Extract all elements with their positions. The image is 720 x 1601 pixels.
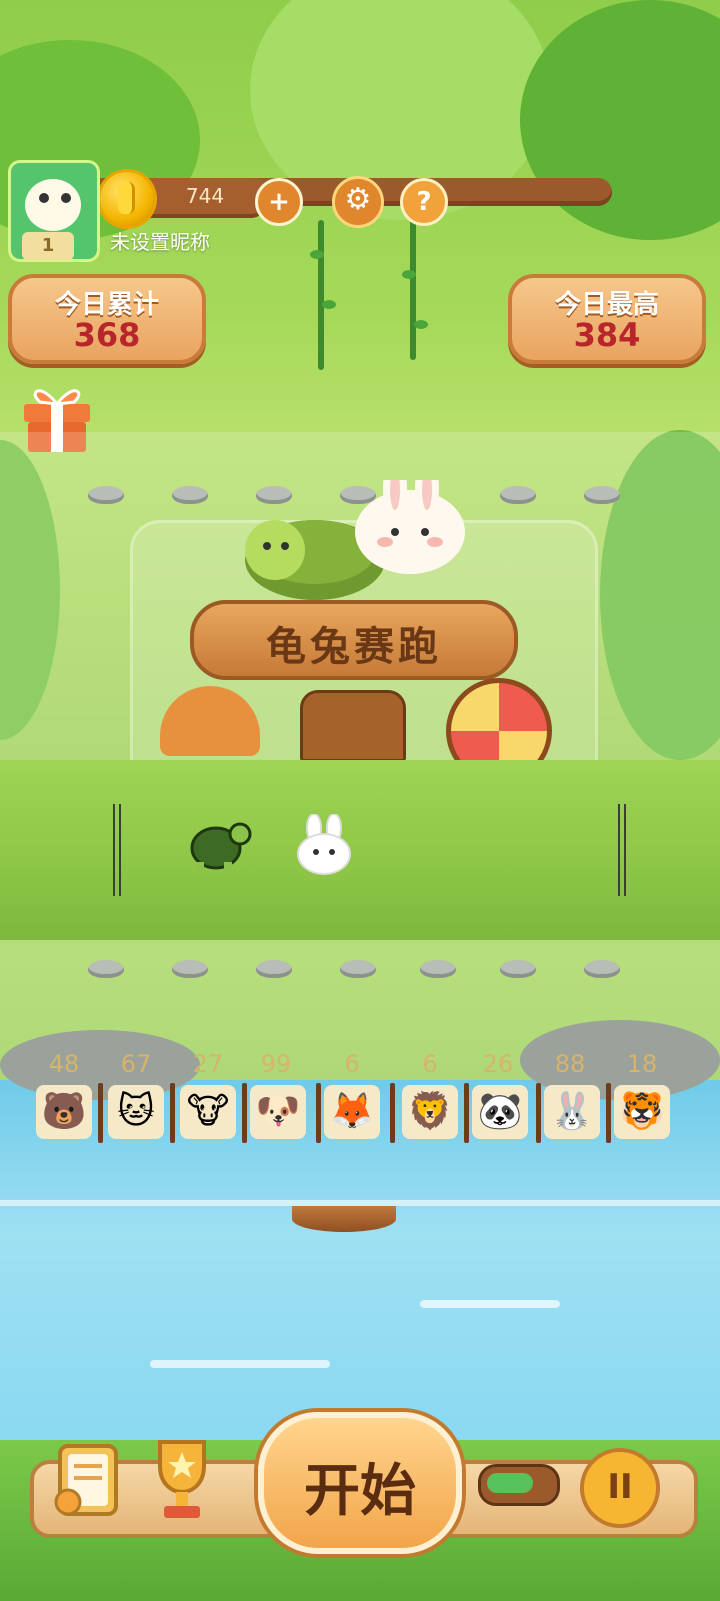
animal-count-dog: 99 xyxy=(260,1050,292,1078)
settings-gear-icon[interactable]: ⚙ xyxy=(332,176,384,228)
coin-icon xyxy=(100,172,154,226)
animal-count-fox: 6 xyxy=(344,1050,360,1078)
start-line xyxy=(119,804,121,896)
divider xyxy=(606,1083,611,1143)
stone xyxy=(340,960,376,978)
boat-icon xyxy=(292,1206,396,1232)
animal-count-panda: 26 xyxy=(482,1050,514,1078)
avatar-face xyxy=(25,179,81,231)
stone xyxy=(420,960,456,978)
divider xyxy=(242,1083,247,1143)
animal-count-cow: 27 xyxy=(192,1050,224,1078)
leaf xyxy=(322,300,336,309)
help-button[interactable]: ? xyxy=(400,178,448,226)
divider xyxy=(536,1083,541,1143)
cow-icon[interactable]: 🐮 xyxy=(180,1085,236,1139)
stone xyxy=(172,486,208,504)
add-coins-button[interactable]: + xyxy=(255,178,303,226)
race-track xyxy=(0,760,720,940)
stone xyxy=(500,960,536,978)
stone xyxy=(88,960,124,978)
divider xyxy=(170,1083,175,1143)
panda-icon[interactable]: 🐼 xyxy=(472,1085,528,1139)
water-ripple xyxy=(150,1360,330,1368)
lion-icon[interactable]: 🦁 xyxy=(402,1085,458,1139)
leaf xyxy=(402,270,416,279)
start-button[interactable]: 开始 xyxy=(258,1412,462,1554)
stone xyxy=(172,960,208,978)
animal-count-bear: 48 xyxy=(48,1050,80,1078)
pause-button[interactable]: II xyxy=(580,1448,660,1528)
today-total-value: 368 xyxy=(73,316,141,354)
cat-icon[interactable]: 🐱 xyxy=(108,1085,164,1139)
speed-toggle[interactable] xyxy=(478,1464,560,1506)
nickname[interactable]: 未设置昵称 xyxy=(110,226,210,255)
divider xyxy=(390,1083,395,1143)
animal-count-rabbit: 88 xyxy=(554,1050,586,1078)
avatar-eye xyxy=(61,193,71,203)
leaf xyxy=(414,320,428,329)
today-total-board: 今日累计 368 xyxy=(8,274,206,364)
today-high-value: 384 xyxy=(573,316,641,354)
dog-icon[interactable]: 🐶 xyxy=(250,1085,306,1139)
leaf xyxy=(310,250,324,259)
stone xyxy=(500,486,536,504)
rabbit-icon[interactable]: 🐰 xyxy=(544,1085,600,1139)
divider xyxy=(316,1083,321,1143)
animal-count-tiger: 18 xyxy=(626,1050,658,1078)
trophy-icon[interactable] xyxy=(146,1436,218,1522)
divider xyxy=(464,1083,469,1143)
level-badge: 1 xyxy=(22,232,74,260)
today-high-board: 今日最高 384 xyxy=(508,274,706,364)
start-line xyxy=(113,804,115,896)
water-ripple xyxy=(420,1300,560,1308)
vine xyxy=(318,220,324,370)
vine xyxy=(410,220,416,360)
fox-icon[interactable]: 🦊 xyxy=(324,1085,380,1139)
stone xyxy=(584,486,620,504)
coin-count: 744 xyxy=(185,184,225,208)
turtle-runner-icon xyxy=(190,822,252,872)
animal-count-cat: 67 xyxy=(120,1050,152,1078)
game-title-plank: 龟兔赛跑 xyxy=(190,600,518,680)
tiger-select-icon[interactable]: 🐯 xyxy=(614,1085,670,1139)
animal-count-lion: 6 xyxy=(422,1050,438,1078)
game-stage: 744 + ⚙ ? 1 未设置昵称 今日累计 368 今日最高 384 龟兔赛跑… xyxy=(0,0,720,1601)
turtle-rabbit-art xyxy=(245,480,465,600)
divider xyxy=(98,1083,103,1143)
rabbit-runner-icon xyxy=(297,814,351,875)
finish-line xyxy=(624,804,626,896)
task-list-icon[interactable] xyxy=(50,1438,124,1522)
stone xyxy=(584,960,620,978)
finish-line xyxy=(618,804,620,896)
bear-icon[interactable]: 🐻 xyxy=(36,1085,92,1139)
toggle-knob xyxy=(487,1473,533,1493)
start-label: 开始 xyxy=(304,1459,416,1524)
stone xyxy=(88,486,124,504)
avatar-eye xyxy=(39,193,49,203)
stone xyxy=(256,960,292,978)
game-title: 龟兔赛跑 xyxy=(266,624,442,670)
treasure-chest-icon xyxy=(300,690,406,762)
